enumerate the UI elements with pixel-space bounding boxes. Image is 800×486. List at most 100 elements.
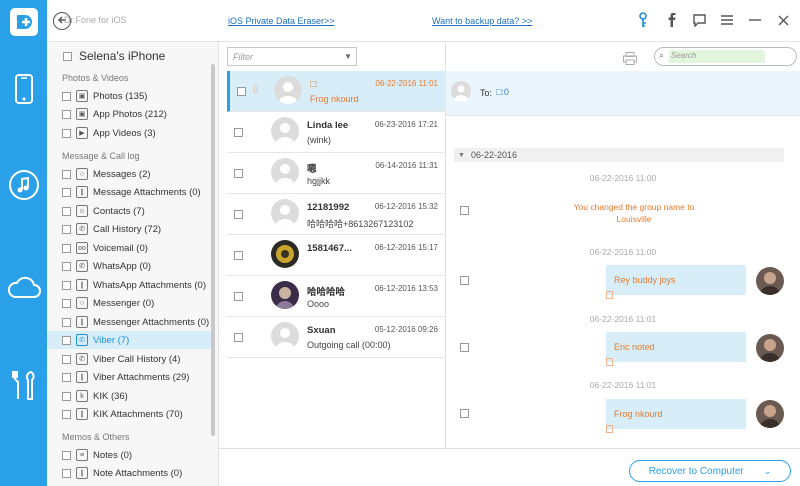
sidebar-item-whatsapp-attachments[interactable]: ∥ WhatsApp Attachments (0) <box>62 276 212 294</box>
checkbox[interactable] <box>62 372 71 382</box>
close-icon[interactable] <box>776 12 790 28</box>
checkbox[interactable] <box>62 468 71 478</box>
checkbox[interactable] <box>234 169 243 178</box>
checkbox[interactable] <box>62 169 71 179</box>
rail-music-button[interactable] <box>0 156 47 216</box>
sidebar-item-call-history[interactable]: ✆ Call History (72) <box>62 220 212 238</box>
conversation-row[interactable]: ▯ □: 06-22-2016 11:01 Frog nkourd <box>227 71 446 112</box>
recover-to-computer-button[interactable]: Recover to Computer ⌄ <box>629 460 791 482</box>
sidebar-item-app-videos[interactable]: ▶ App Videos (3) <box>62 124 212 142</box>
sidebar-scrollbar[interactable] <box>211 64 215 436</box>
feedback-icon[interactable] <box>692 12 706 28</box>
sidebar-item-kik-attachments[interactable]: ∥ KIK Attachments (70) <box>62 405 212 423</box>
conversation-row[interactable]: 1581467... 06-12-2016 15:17 <box>227 235 446 276</box>
minimize-icon[interactable] <box>748 12 762 28</box>
filter-placeholder: Filter <box>233 51 253 62</box>
device-row[interactable]: Selena's iPhone <box>63 49 165 63</box>
sidebar-item-messages[interactable]: ○ Messages (2) <box>62 165 212 183</box>
checkbox[interactable] <box>62 224 71 234</box>
conversation-preview: 哈哈哈哈+8613267123102 <box>307 219 414 229</box>
menu-icon[interactable] <box>720 12 734 28</box>
sidebar-item-photos[interactable]: ▣ Photos (135) <box>62 87 212 105</box>
checkbox[interactable] <box>62 354 71 364</box>
device-checkbox[interactable] <box>63 51 72 61</box>
viber-icon: ✆ <box>76 334 88 346</box>
conversation-row[interactable]: 嗯 06-14-2016 11:31 hgjjkk <box>227 153 446 194</box>
sidebar-item-whatsapp[interactable]: ✆ WhatsApp (0) <box>62 257 212 275</box>
search-input[interactable]: ⌕ Search <box>654 47 797 66</box>
sidebar-item-note-attachments[interactable]: ∥ Note Attachments (0) <box>62 464 212 482</box>
attachment-icon: ∥ <box>76 186 88 198</box>
backup-link[interactable]: Want to backup data? >> <box>432 16 532 26</box>
attachment-icon: ∥ <box>76 316 88 328</box>
checkbox[interactable] <box>234 251 243 260</box>
checkbox[interactable] <box>62 280 71 290</box>
conversation-row[interactable]: 哈哈哈哈 06-12-2016 13:53 Oooo <box>227 276 446 317</box>
checkbox[interactable] <box>62 128 71 138</box>
checkbox[interactable] <box>62 261 71 271</box>
rail-cloud-button[interactable] <box>0 258 47 318</box>
key-icon[interactable] <box>636 12 650 28</box>
sidebar-item-viber-call-history[interactable]: ✆ Viber Call History (4) <box>62 350 212 368</box>
messenger-icon: ○ <box>76 297 88 309</box>
checkbox[interactable] <box>62 409 71 419</box>
attachment-icon: ∥ <box>76 467 88 479</box>
sidebar-item-viber-attachments[interactable]: ∥ Viber Attachments (29) <box>62 368 212 386</box>
eraser-link[interactable]: iOS Private Data Eraser>> <box>228 16 335 26</box>
checkbox[interactable] <box>62 243 71 253</box>
checkbox[interactable] <box>234 292 243 301</box>
checkbox[interactable] <box>62 298 71 308</box>
message-bubble: Rey buddy joys <box>606 265 746 299</box>
section-memos-others: Memos & Others <box>62 432 130 442</box>
sidebar-item-message-attachments[interactable]: ∥ Message Attachments (0) <box>62 183 212 201</box>
printer-icon[interactable] <box>623 52 637 68</box>
filter-dropdown[interactable]: Filter ▼ <box>227 47 357 66</box>
date-group-header[interactable]: ▼ 06-22-2016 <box>454 148 784 162</box>
checkbox[interactable] <box>460 276 469 285</box>
checkbox[interactable] <box>62 109 71 119</box>
checkbox[interactable] <box>62 391 71 401</box>
attachment-icon: ∥ <box>76 279 88 291</box>
rail-tools-button[interactable] <box>0 356 47 416</box>
checkbox[interactable] <box>62 317 71 327</box>
checkbox[interactable] <box>62 450 71 460</box>
checkbox[interactable] <box>460 409 469 418</box>
chevron-down-icon[interactable]: ⌄ <box>764 466 772 477</box>
checkbox[interactable] <box>62 206 71 216</box>
contacts-icon: ☺ <box>76 205 88 217</box>
checkbox[interactable] <box>234 333 243 342</box>
checkbox[interactable] <box>62 91 71 101</box>
sidebar-item-app-photos[interactable]: ▣ App Photos (212) <box>62 105 212 123</box>
sidebar-item-kik[interactable]: k KIK (36) <box>62 387 212 405</box>
conversation-row[interactable]: Sxuan 05-12-2016 09:26 Outgoing call (00… <box>227 317 446 358</box>
facebook-icon[interactable] <box>664 12 678 28</box>
checkbox[interactable] <box>237 87 246 96</box>
sidebar-item-messenger[interactable]: ○ Messenger (0) <box>62 294 212 312</box>
timestamp: 06-22-2016 11:00 <box>589 247 657 257</box>
rail-phone-button[interactable] <box>0 60 47 120</box>
avatar <box>756 400 784 428</box>
sidebar-item-notes[interactable]: ≡ Notes (0) <box>62 446 212 464</box>
checkbox[interactable] <box>460 206 469 215</box>
top-bar: Dr.Fone for iOS iOS Private Data Eraser>… <box>47 0 800 42</box>
checkbox[interactable] <box>234 128 243 137</box>
sidebar-item-viber[interactable]: ✆ Viber (7) <box>47 331 213 349</box>
conversation-name: 嗯 <box>307 164 317 175</box>
sidebar-item-contacts[interactable]: ☺ Contacts (7) <box>62 202 212 220</box>
checkbox[interactable] <box>62 335 71 345</box>
timestamp: 06-22-2016 11:00 <box>589 173 657 183</box>
conversation-preview: Oooo <box>307 299 330 309</box>
conversation-preview: (wink) <box>307 135 331 145</box>
conversation-row[interactable]: Linda lee 06-23-2016 17:21 (wink) <box>227 112 446 153</box>
app-logo-icon <box>9 7 39 37</box>
checkbox[interactable] <box>234 210 243 219</box>
search-placeholder: Search <box>671 51 697 60</box>
attachment-icon: ∥ <box>76 371 88 383</box>
checkbox[interactable] <box>62 187 71 197</box>
sidebar-item-messenger-attachments[interactable]: ∥ Messenger Attachments (0) <box>62 313 212 331</box>
bubble-marker <box>606 425 613 433</box>
photo-icon: ▣ <box>76 90 88 102</box>
sidebar-item-voicemail[interactable]: oo Voicemail (0) <box>62 239 212 257</box>
conversation-row[interactable]: 12181992 06-12-2016 15:32 哈哈哈哈+861326712… <box>227 194 446 235</box>
checkbox[interactable] <box>460 343 469 352</box>
